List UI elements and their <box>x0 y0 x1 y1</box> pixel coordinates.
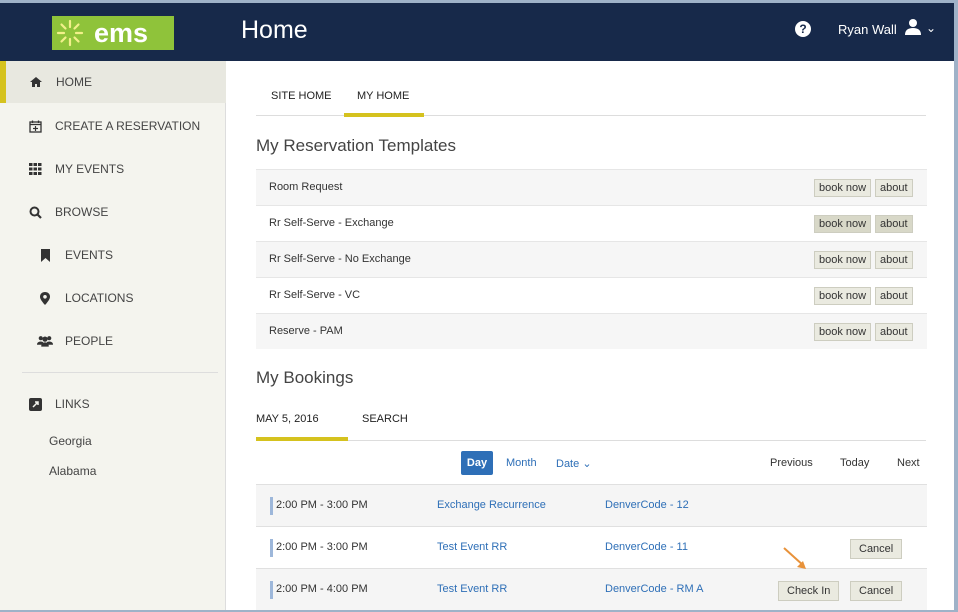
template-row: Room Request book now about <box>256 169 927 205</box>
ems-logo[interactable]: ems <box>52 16 174 50</box>
chevron-down-icon[interactable]: ⌄ <box>926 21 936 35</box>
sidebar-item-locations[interactable]: LOCATIONS <box>0 277 226 319</box>
bookmark-icon <box>37 248 53 262</box>
next-link[interactable]: Next <box>897 457 920 469</box>
external-link-icon <box>27 397 43 411</box>
template-row: Rr Self-Serve - No Exchange book now abo… <box>256 241 927 277</box>
bookings-title: My Bookings <box>256 368 354 387</box>
chevron-down-icon: ⌄ <box>582 458 592 470</box>
time-bar <box>270 539 273 557</box>
sidebar-item-label: BROWSE <box>55 205 109 219</box>
sidebar-item-my-events[interactable]: MY EVENTS <box>0 148 226 190</box>
booking-event-link[interactable]: Exchange Recurrence <box>437 499 546 511</box>
about-button[interactable]: about <box>875 179 913 197</box>
booking-row: 2:00 PM - 3:00 PM Test Event RR DenverCo… <box>256 526 927 568</box>
grid-icon <box>27 162 43 176</box>
sidebar-item-label: LOCATIONS <box>65 291 134 305</box>
active-tab-indicator <box>344 113 424 117</box>
sidebar-item-home[interactable]: HOME <box>0 61 226 103</box>
annotation-arrow-icon <box>783 547 806 569</box>
about-button[interactable]: about <box>875 287 913 305</box>
about-button[interactable]: about <box>875 251 913 269</box>
home-tabs: SITE HOME MY HOME <box>256 81 926 116</box>
template-name: Rr Self-Serve - Exchange <box>269 217 394 229</box>
sidebar-item-label: EVENTS <box>65 248 114 262</box>
template-row: Reserve - PAM book now about <box>256 313 927 349</box>
template-name: Room Request <box>269 181 343 193</box>
user-name[interactable]: Ryan Wall <box>838 22 897 37</box>
logo-area[interactable]: ems <box>0 3 226 61</box>
sidebar-item-label: HOME <box>56 75 92 89</box>
sunburst-logo-icon <box>55 18 85 48</box>
booking-location-link[interactable]: DenverCode - RM A <box>605 583 715 595</box>
link-alabama[interactable]: Alabama <box>49 464 96 478</box>
template-row: Rr Self-Serve - VC book now about <box>256 277 927 313</box>
booking-time: 2:00 PM - 3:00 PM <box>276 499 368 511</box>
page-title: Home <box>241 16 308 44</box>
home-icon <box>28 75 44 89</box>
main-content: SITE HOME MY HOME My Reservation Templat… <box>227 61 954 610</box>
book-now-button[interactable]: book now <box>814 251 872 269</box>
search-icon <box>27 205 43 219</box>
time-bar <box>270 581 273 599</box>
tab-site-home[interactable]: SITE HOME <box>271 90 332 102</box>
booking-time: 2:00 PM - 4:00 PM <box>276 583 368 595</box>
link-georgia[interactable]: Georgia <box>49 434 92 448</box>
date-view-label: Date <box>556 458 580 470</box>
day-view-button[interactable]: Day <box>461 451 493 475</box>
template-name: Reserve - PAM <box>269 325 343 337</box>
cancel-button[interactable]: Cancel <box>850 581 903 601</box>
sidebar-item-label: CREATE A RESERVATION <box>55 119 201 133</box>
tab-search[interactable]: SEARCH <box>362 413 408 425</box>
cancel-button[interactable]: Cancel <box>850 539 903 559</box>
tab-my-home[interactable]: MY HOME <box>357 90 409 102</box>
booking-location-link[interactable]: DenverCode - 11 <box>605 541 715 553</box>
sidebar-item-browse[interactable]: BROWSE <box>0 191 226 233</box>
template-name: Rr Self-Serve - VC <box>269 289 361 301</box>
map-marker-icon <box>37 291 53 305</box>
bookings-tabs: MAY 5, 2016 SEARCH <box>256 399 926 441</box>
previous-link[interactable]: Previous <box>770 457 813 469</box>
book-now-button[interactable]: book now <box>814 179 872 197</box>
sidebar-item-events[interactable]: EVENTS <box>0 234 226 276</box>
help-icon[interactable]: ? <box>795 21 811 37</box>
time-bar <box>270 497 273 515</box>
template-row: Rr Self-Serve - Exchange book now about <box>256 205 927 241</box>
booking-time: 2:00 PM - 3:00 PM <box>276 541 368 553</box>
book-now-button[interactable]: book now <box>814 323 872 341</box>
sidebar-item-label: MY EVENTS <box>55 162 125 176</box>
book-now-button[interactable]: book now <box>814 287 872 305</box>
active-bookings-tab-indicator <box>256 437 348 441</box>
book-now-button[interactable]: book now <box>814 215 872 233</box>
booking-location-link[interactable]: DenverCode - 12 <box>605 499 715 511</box>
booking-event-link[interactable]: Test Event RR <box>437 583 507 595</box>
check-in-button[interactable]: Check In <box>778 581 840 601</box>
top-header: ems Home ? Ryan Wall ⌄ <box>0 3 954 61</box>
about-button[interactable]: about <box>875 323 913 341</box>
sidebar-divider <box>22 372 218 373</box>
templates-title: My Reservation Templates <box>256 136 456 155</box>
month-view-link[interactable]: Month <box>506 457 537 469</box>
window-frame-right <box>954 0 958 612</box>
users-icon <box>37 334 53 348</box>
tab-date[interactable]: MAY 5, 2016 <box>256 413 319 425</box>
calendar-plus-icon <box>27 119 43 133</box>
template-name: Rr Self-Serve - No Exchange <box>269 253 411 265</box>
today-link[interactable]: Today <box>840 457 869 469</box>
user-icon[interactable] <box>904 18 922 38</box>
sidebar-item-links: LINKS <box>0 383 226 425</box>
sidebar-item-label: LINKS <box>55 397 90 411</box>
sidebar-item-label: PEOPLE <box>65 334 114 348</box>
booking-row: 2:00 PM - 4:00 PM Test Event RR DenverCo… <box>256 568 927 610</box>
booking-row: 2:00 PM - 3:00 PM Exchange Recurrence De… <box>256 484 927 526</box>
booking-event-link[interactable]: Test Event RR <box>437 541 507 553</box>
sidebar-item-create-reservation[interactable]: CREATE A RESERVATION <box>0 105 226 147</box>
about-button[interactable]: about <box>875 215 913 233</box>
logo-text: ems <box>94 17 149 48</box>
sidebar: HOME CREATE A RESERVATION MY EVENTS BROW… <box>0 61 226 610</box>
sidebar-item-people[interactable]: PEOPLE <box>0 320 226 362</box>
date-view-link[interactable]: Date ⌄ <box>556 457 592 470</box>
